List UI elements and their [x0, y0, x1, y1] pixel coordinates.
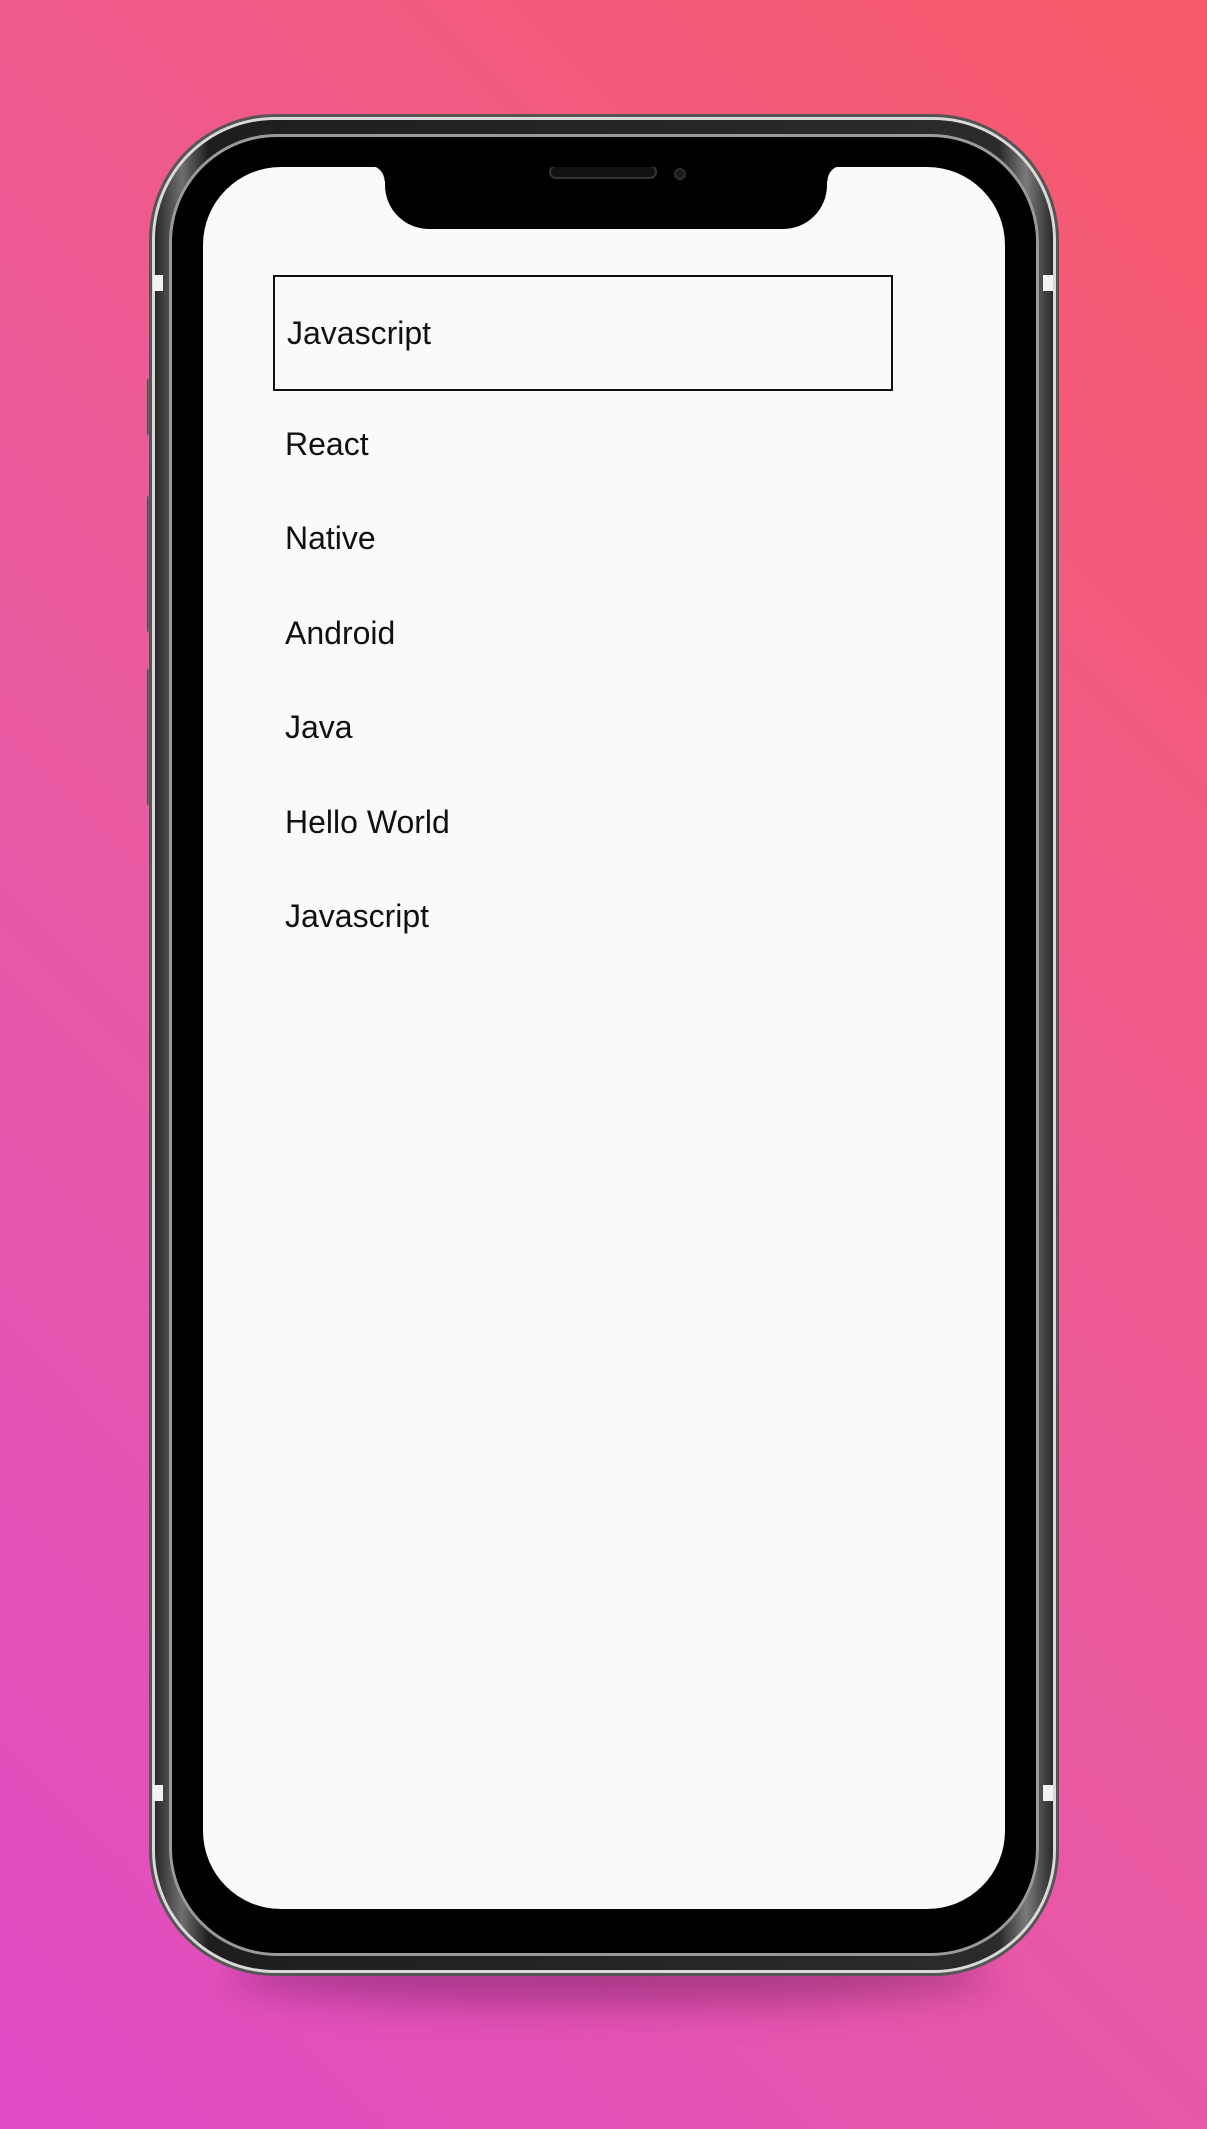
antenna-band [1043, 275, 1053, 291]
item-list: React Native Android Java Hello World Ja… [285, 397, 450, 964]
volume-up-button [147, 495, 155, 633]
list-item-react[interactable]: React [285, 397, 450, 492]
list-item-android[interactable]: Android [285, 586, 450, 681]
notch [369, 167, 843, 229]
list-item-javascript[interactable]: Javascript [285, 870, 450, 965]
mute-switch [147, 378, 155, 436]
front-camera-icon [674, 168, 686, 180]
speaker-grille [549, 167, 657, 179]
volume-down-button [147, 668, 155, 806]
list-item-hello-world[interactable]: Hello World [285, 775, 450, 870]
list-item-native[interactable]: Native [285, 492, 450, 587]
list-item-java[interactable]: Java [285, 681, 450, 776]
antenna-band [1043, 1785, 1053, 1801]
antenna-band [153, 1785, 163, 1801]
selected-list-item[interactable]: Javascript [273, 275, 893, 391]
phone-screen: Javascript React Native Android Java Hel… [203, 167, 1005, 1909]
antenna-band [153, 275, 163, 291]
